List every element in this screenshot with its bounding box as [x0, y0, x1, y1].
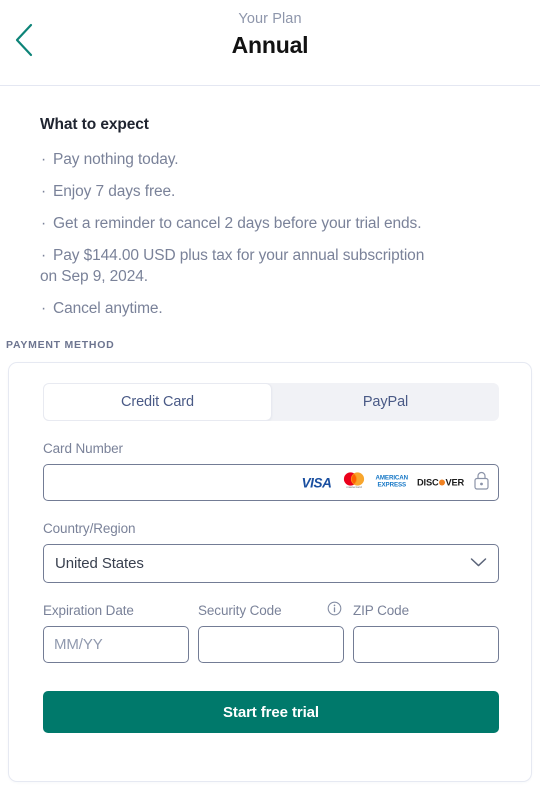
header-divider [0, 85, 540, 86]
info-icon[interactable] [327, 601, 342, 621]
bullet-glyph: · [41, 215, 47, 232]
chevron-down-icon [470, 555, 487, 573]
bullet-glyph: · [41, 247, 47, 264]
security-code-label-text: Security Code [198, 603, 282, 618]
what-to-expect-heading: What to expect [40, 116, 149, 133]
list-item-text: Pay $144.00 USD plus tax for your annual… [53, 247, 425, 264]
list-item-text: Pay nothing today. [53, 151, 179, 168]
list-item: · Cancel anytime. [40, 298, 500, 319]
zip-field-group: ZIP Code [353, 602, 499, 663]
expiration-placeholder: MM/YY [54, 636, 103, 653]
bullet-glyph: · [41, 300, 47, 317]
list-item-text: Get a reminder to cancel 2 days before y… [53, 215, 422, 232]
list-item: · Pay nothing today. [40, 149, 500, 170]
expiration-field-group: Expiration Date MM/YY [43, 602, 189, 663]
zip-input[interactable] [353, 626, 499, 663]
security-code-field-group: Security Code [198, 601, 344, 663]
zip-label: ZIP Code [353, 603, 409, 618]
security-code-input[interactable] [198, 626, 344, 663]
list-item: · Enjoy 7 days free. [40, 181, 500, 202]
svg-text:mastercard: mastercard [346, 485, 362, 489]
card-number-field-group: Card Number VISA mastercard AMERICAN EXP… [43, 440, 499, 501]
american-express-icon: AMERICAN EXPRESS [375, 474, 409, 489]
what-to-expect-section: What to expect · Pay nothing today. · En… [0, 85, 540, 319]
list-item-text: Cancel anytime. [53, 300, 163, 317]
tab-paypal[interactable]: PayPal [272, 383, 499, 421]
discover-icon: DISC VER [417, 477, 464, 488]
page-title: Annual [231, 32, 309, 58]
payment-method-label: PAYMENT METHOD [6, 339, 115, 351]
payment-type-segmented-control: Credit Card PayPal [43, 383, 499, 421]
list-item: · Pay $144.00 USD plus tax for your annu… [40, 245, 500, 287]
country-label: Country/Region [43, 521, 136, 536]
security-code-label: Security Code [198, 601, 344, 621]
start-free-trial-button[interactable]: Start free trial [43, 691, 499, 733]
card-brand-icons: VISA mastercard AMERICAN EXPRESS DISC VE… [302, 470, 490, 495]
country-select[interactable]: United States [43, 544, 499, 583]
list-item-text-wrapped: on Sep 9, 2024. [40, 268, 148, 285]
checkout-screen: Your Plan Annual What to expect · Pay no… [0, 0, 540, 792]
country-selected-value: United States [55, 555, 144, 572]
card-number-label: Card Number [43, 441, 123, 456]
expiration-input[interactable]: MM/YY [43, 626, 189, 663]
tab-credit-card[interactable]: Credit Card [43, 383, 272, 421]
bullet-glyph: · [41, 151, 47, 168]
header-text: Your Plan Annual [0, 10, 540, 60]
country-field-group: Country/Region United States [43, 520, 499, 583]
plan-eyebrow: Your Plan [238, 11, 302, 27]
card-details-row: Expiration Date MM/YY Security Code ZIP … [43, 601, 499, 663]
payment-method-card: Credit Card PayPal Card Number VISA mast… [8, 362, 532, 782]
header: Your Plan Annual [0, 0, 540, 86]
visa-icon: VISA [301, 475, 332, 490]
bullet-glyph: · [41, 183, 47, 200]
expiration-label: Expiration Date [43, 603, 134, 618]
mastercard-icon: mastercard [341, 472, 367, 494]
card-number-input[interactable]: VISA mastercard AMERICAN EXPRESS DISC VE… [43, 464, 499, 501]
list-item-text: Enjoy 7 days free. [53, 183, 176, 200]
list-item: · Get a reminder to cancel 2 days before… [40, 213, 500, 234]
lock-icon [473, 470, 490, 495]
what-to-expect-list: · Pay nothing today. · Enjoy 7 days free… [40, 149, 500, 319]
